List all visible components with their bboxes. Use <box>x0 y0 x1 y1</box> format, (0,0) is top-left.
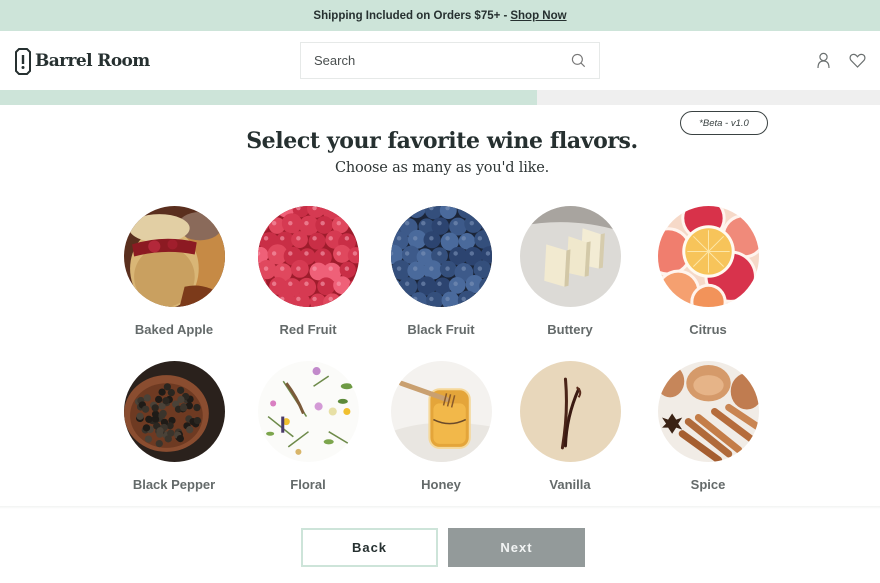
logo[interactable]: Barrel Room <box>15 47 150 75</box>
flavor-label: Vanilla <box>549 477 591 492</box>
next-button[interactable]: Next <box>448 528 585 567</box>
search-input[interactable] <box>314 53 571 68</box>
flavor-label: Honey <box>421 477 461 492</box>
buttery-image <box>519 206 621 307</box>
promo-banner: Shipping Included on Orders $75+ - Shop … <box>0 0 880 31</box>
account-icon[interactable] <box>815 52 832 69</box>
progress-fill <box>0 90 537 105</box>
red-fruit-image <box>257 206 359 307</box>
flavor-label: Black Fruit <box>407 322 475 337</box>
black-fruit-image <box>390 206 492 307</box>
page-title: Select your favorite wine flavors. <box>246 128 638 154</box>
page-subtitle: Choose as many as you'd like. <box>334 160 550 176</box>
flavor-option-honey[interactable]: Honey <box>371 361 511 492</box>
barrel-logo-icon <box>15 47 31 75</box>
shop-now-link[interactable]: Shop Now <box>510 10 566 22</box>
spice-image <box>657 361 759 462</box>
flavor-option-citrus[interactable]: Citrus <box>638 206 778 337</box>
quiz-progress-bar <box>0 90 880 105</box>
back-button[interactable]: Back <box>301 528 438 567</box>
flavor-label: Spice <box>690 477 726 492</box>
vanilla-image <box>519 361 621 462</box>
search-box <box>300 42 600 79</box>
footer-divider <box>0 506 880 509</box>
search-icon[interactable] <box>571 53 586 68</box>
citrus-image <box>657 206 759 307</box>
wishlist-heart-icon[interactable] <box>849 52 866 69</box>
honey-image <box>390 361 492 462</box>
flavor-option-spice[interactable]: Spice <box>638 361 778 492</box>
flavor-option-black-pepper[interactable]: Black Pepper <box>104 361 244 492</box>
flavor-label: Buttery <box>547 322 593 337</box>
flavor-option-red-fruit[interactable]: Red Fruit <box>238 206 378 337</box>
flavor-option-black-fruit[interactable]: Black Fruit <box>371 206 511 337</box>
logo-text: Barrel Room <box>35 51 150 71</box>
flavor-label: Citrus <box>689 322 727 337</box>
promo-text: Shipping Included on Orders $75+ - <box>313 9 508 22</box>
flavor-label: Baked Apple <box>134 322 214 337</box>
black-pepper-image <box>123 361 225 462</box>
site-header: Barrel Room <box>0 31 880 90</box>
flavor-label: Black Pepper <box>132 477 216 492</box>
flavor-label: Red Fruit <box>279 322 337 337</box>
flavor-option-baked-apple[interactable]: Baked Apple <box>104 206 244 337</box>
floral-image <box>257 361 359 462</box>
flavor-option-vanilla[interactable]: Vanilla <box>500 361 640 492</box>
baked-apple-image <box>123 206 225 307</box>
flavor-option-floral[interactable]: Floral <box>238 361 378 492</box>
flavor-label: Floral <box>290 477 326 492</box>
flavor-option-buttery[interactable]: Buttery <box>500 206 640 337</box>
